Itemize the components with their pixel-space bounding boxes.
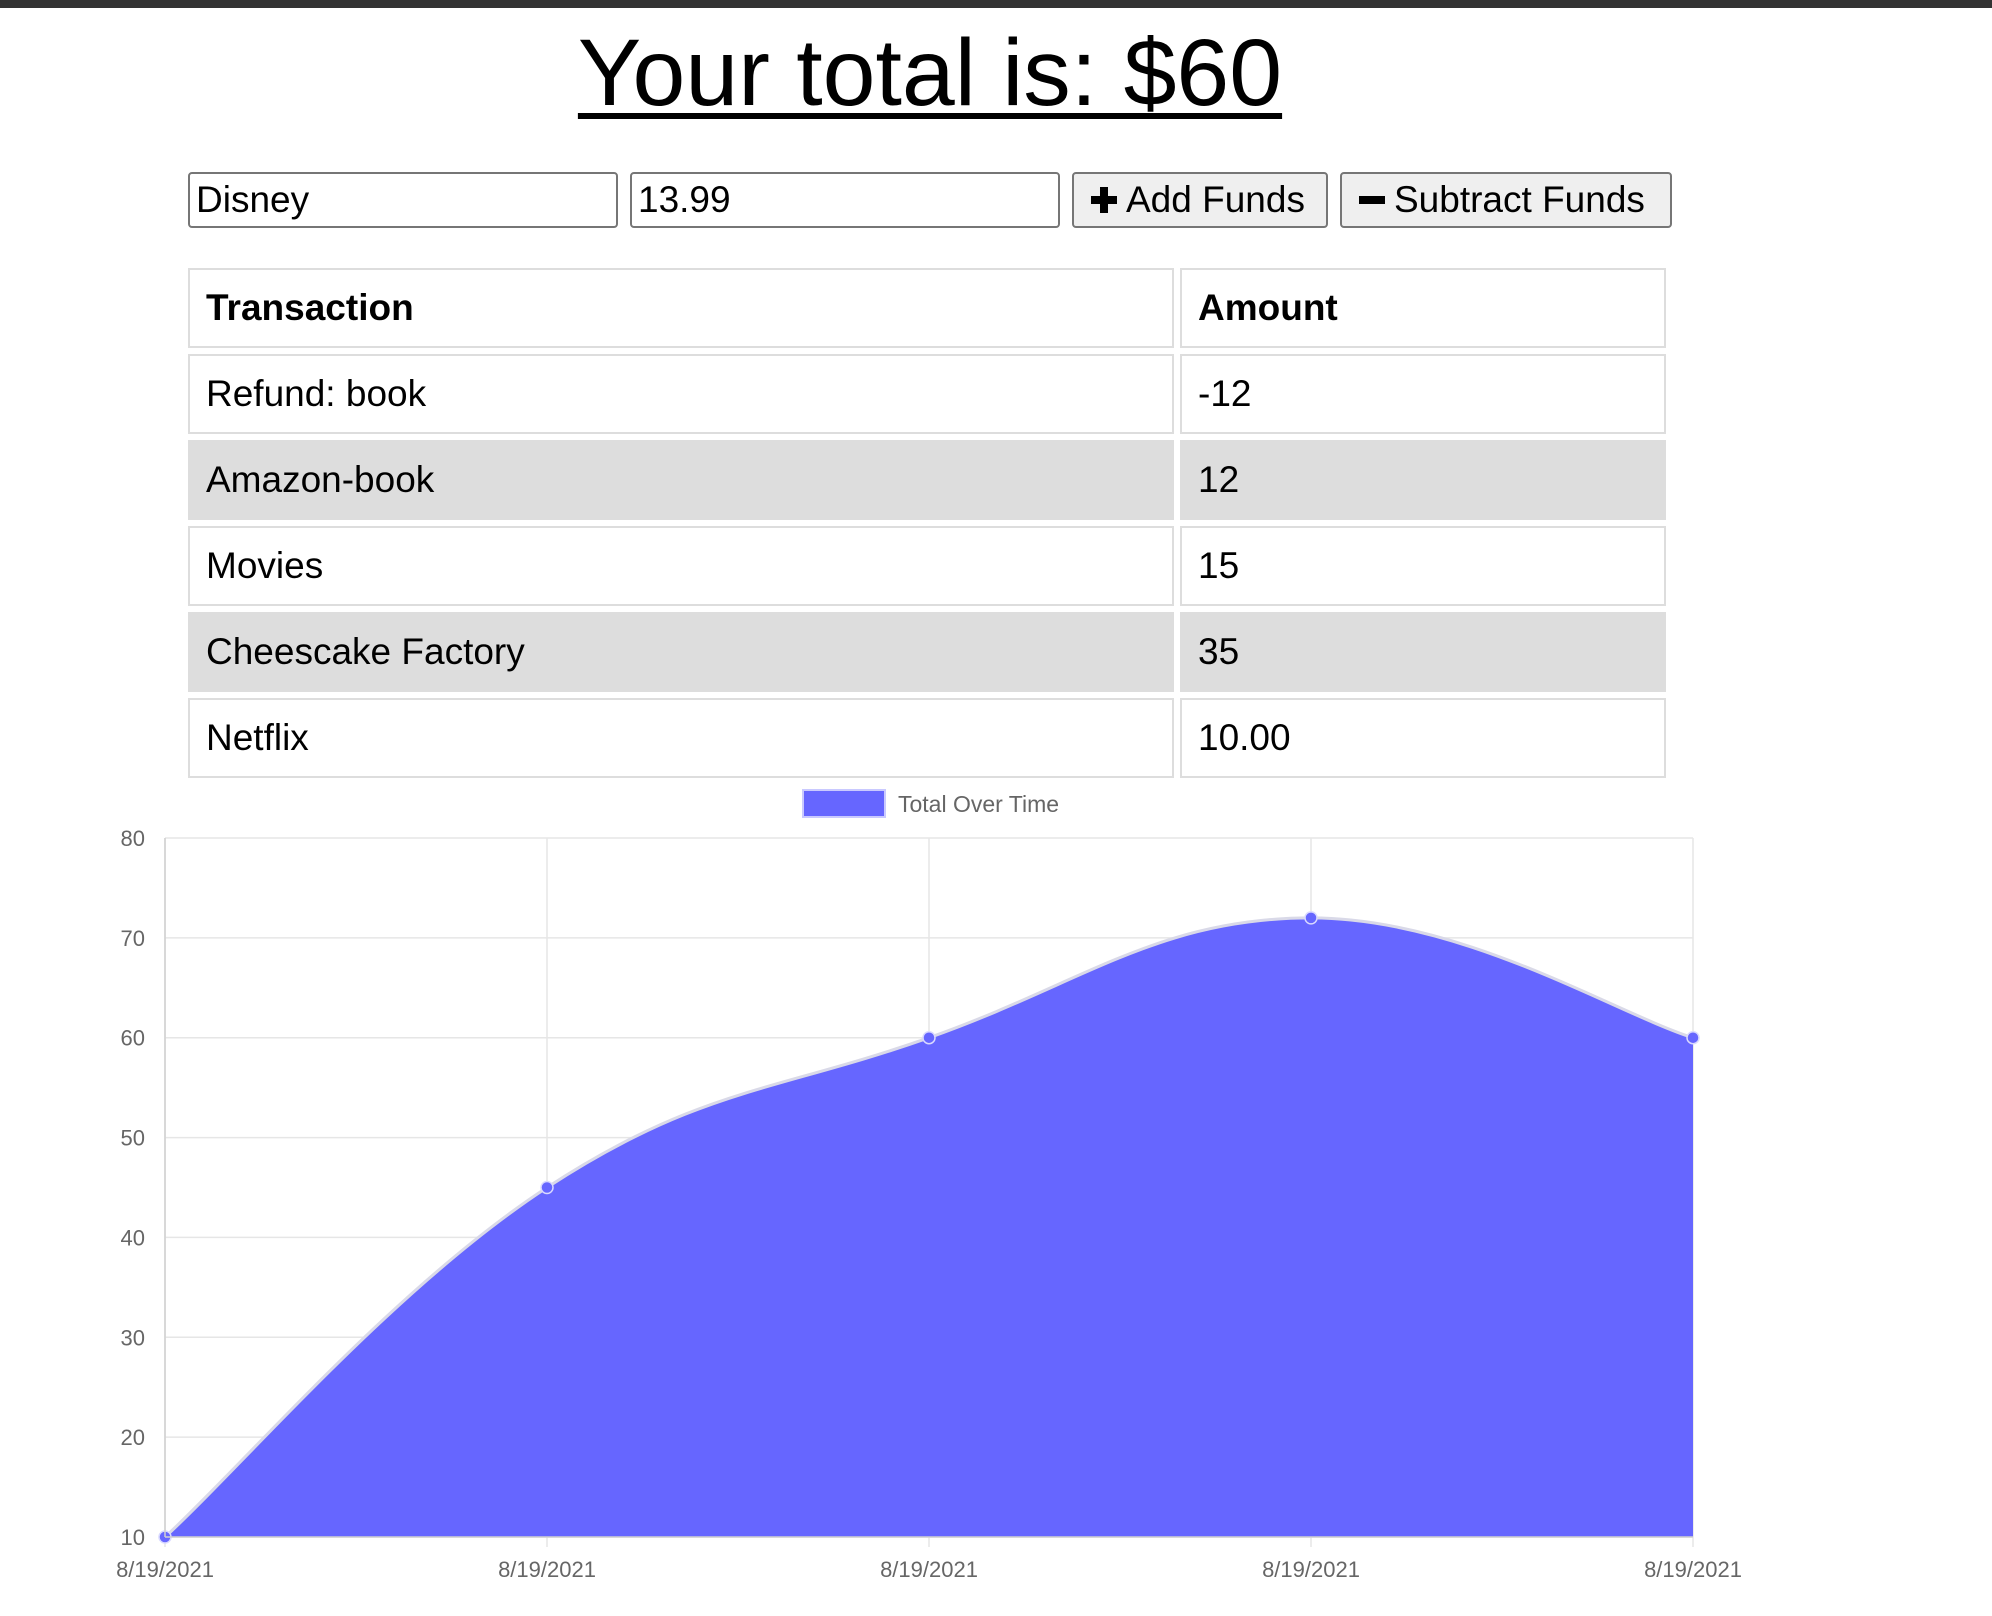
data-point xyxy=(922,1030,936,1045)
data-point xyxy=(540,1180,554,1195)
column-header-transaction: Transaction xyxy=(188,268,1174,348)
x-tick-label: 8/19/2021 xyxy=(1262,1557,1360,1582)
y-tick-label: 30 xyxy=(121,1325,145,1350)
transaction-name-cell: Netflix xyxy=(188,698,1174,778)
page-title: Your total is: $60 xyxy=(577,20,1283,126)
chart-canvas: 10 20 30 40 50 60 70 80 8/19/2021 8/19/2021 8/19/2… xyxy=(116,789,1742,1582)
y-tick-label: 80 xyxy=(121,826,145,851)
y-tick-label: 50 xyxy=(121,1126,145,1151)
x-tick-label: 8/19/2021 xyxy=(498,1557,596,1582)
table-row: Amazon-book 12 xyxy=(188,440,1666,520)
column-header-amount: Amount xyxy=(1180,268,1666,348)
y-tick-label: 70 xyxy=(121,926,145,951)
window-top-bar xyxy=(0,0,1992,8)
subtract-funds-label: Subtract Funds xyxy=(1394,179,1645,220)
x-tick-label: 8/19/2021 xyxy=(880,1557,978,1582)
transaction-amount-cell: 35 xyxy=(1180,612,1666,692)
data-point xyxy=(1304,911,1318,925)
transaction-name-cell: Movies xyxy=(188,526,1174,606)
data-point xyxy=(1686,1030,1700,1045)
transaction-form: Add Funds Subtract Funds xyxy=(188,172,1672,228)
transaction-amount-cell: 12 xyxy=(1180,440,1666,520)
y-tick-label: 60 xyxy=(121,1026,145,1051)
transaction-name-cell: Cheescake Factory xyxy=(188,612,1174,692)
transaction-name-cell: Refund: book xyxy=(188,354,1174,434)
transaction-amount-cell: 15 xyxy=(1180,526,1666,606)
total-over-time-chart: 10 20 30 40 50 60 70 80 8/19/2021 8/19/2021 8/19/2… xyxy=(0,780,1992,1600)
transaction-amount-cell: -12 xyxy=(1180,354,1666,434)
y-tick-label: 10 xyxy=(121,1525,145,1550)
add-funds-label: Add Funds xyxy=(1126,179,1305,220)
table-row: Refund: book -12 xyxy=(188,354,1666,434)
legend-label: Total Over Time xyxy=(898,791,1059,817)
table-row: Cheescake Factory 35 xyxy=(188,612,1666,692)
transaction-name-cell: Amazon-book xyxy=(188,440,1174,520)
table-row: Netflix 10.00 xyxy=(188,698,1666,778)
legend-swatch xyxy=(802,789,886,818)
table-row: Movies 15 xyxy=(188,526,1666,606)
table-header-row: Transaction Amount xyxy=(188,268,1666,348)
plus-icon xyxy=(1091,187,1117,213)
minus-icon xyxy=(1359,196,1385,204)
add-funds-button[interactable]: Add Funds xyxy=(1072,172,1328,228)
x-tick-label: 8/19/2021 xyxy=(116,1557,214,1582)
transaction-amount-cell: 10.00 xyxy=(1180,698,1666,778)
subtract-funds-button[interactable]: Subtract Funds xyxy=(1340,172,1672,228)
y-tick-label: 40 xyxy=(121,1225,145,1250)
y-tick-label: 20 xyxy=(121,1425,145,1450)
transactions-table: Transaction Amount Refund: book -12 Amaz… xyxy=(182,262,1672,784)
x-tick-label: 8/19/2021 xyxy=(1644,1557,1742,1582)
transaction-name-input[interactable] xyxy=(188,172,618,228)
transaction-amount-input[interactable] xyxy=(630,172,1060,228)
